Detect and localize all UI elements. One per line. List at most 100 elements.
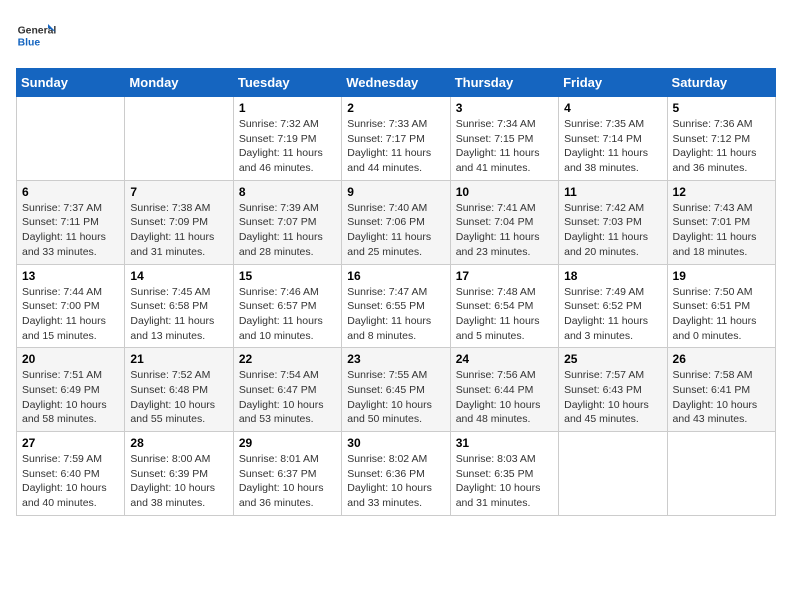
day-info: Sunrise: 7:36 AMSunset: 7:12 PMDaylight:… <box>673 117 770 176</box>
day-of-week-header: Thursday <box>450 69 558 97</box>
day-info: Sunrise: 7:38 AMSunset: 7:09 PMDaylight:… <box>130 201 227 260</box>
calendar-cell: 8Sunrise: 7:39 AMSunset: 7:07 PMDaylight… <box>233 180 341 264</box>
day-info: Sunrise: 7:49 AMSunset: 6:52 PMDaylight:… <box>564 285 661 344</box>
day-number: 25 <box>564 352 661 366</box>
logo: General Blue <box>16 16 60 56</box>
day-number: 13 <box>22 269 119 283</box>
day-number: 30 <box>347 436 444 450</box>
day-number: 29 <box>239 436 336 450</box>
svg-text:Blue: Blue <box>18 38 41 49</box>
day-number: 24 <box>456 352 553 366</box>
day-number: 8 <box>239 185 336 199</box>
calendar-cell: 1 Sunrise: 7:32 AMSunset: 7:19 PMDaylight… <box>233 97 341 181</box>
day-number: 21 <box>130 352 227 366</box>
calendar-cell: 10 Sunrise: 7:41 AMSunset: 7:04 PMDayligh… <box>450 180 558 264</box>
calendar-cell: 31 Sunrise: 8:03 AMSunset: 6:35 PMDayligh… <box>450 432 558 516</box>
day-info: Sunrise: 7:54 AMSunset: 6:47 PMDaylight:… <box>239 368 336 427</box>
day-info: Sunrise: 7:56 AMSunset: 6:44 PMDaylight:… <box>456 368 553 427</box>
day-info: Sunrise: 7:46 AMSunset: 6:57 PMDaylight:… <box>239 285 336 344</box>
day-number: 10 <box>456 185 553 199</box>
day-info: Sunrise: 7:40 AMSunset: 7:06 PMDaylight:… <box>347 201 444 260</box>
day-number: 23 <box>347 352 444 366</box>
day-info: Sunrise: 7:43 AMSunset: 7:01 PMDaylight:… <box>673 201 770 260</box>
day-info: Sunrise: 7:48 AMSunset: 6:54 PMDaylight:… <box>456 285 553 344</box>
calendar-week-row: 6Sunrise: 7:37 AMSunset: 7:11 PMDaylight… <box>17 180 776 264</box>
calendar-cell: 27 Sunrise: 7:59 AMSunset: 6:40 PMDayligh… <box>17 432 125 516</box>
day-info: Sunrise: 7:47 AMSunset: 6:55 PMDaylight:… <box>347 285 444 344</box>
day-number: 27 <box>22 436 119 450</box>
day-number: 4 <box>564 101 661 115</box>
day-info: Sunrise: 8:03 AMSunset: 6:35 PMDaylight:… <box>456 452 553 511</box>
day-number: 17 <box>456 269 553 283</box>
calendar-cell: 11Sunrise: 7:42 AMSunset: 7:03 PMDayligh… <box>559 180 667 264</box>
calendar-header-row: SundayMondayTuesdayWednesdayThursdayFrid… <box>17 69 776 97</box>
day-info: Sunrise: 7:58 AMSunset: 6:41 PMDaylight:… <box>673 368 770 427</box>
day-info: Sunrise: 7:34 AMSunset: 7:15 PMDaylight:… <box>456 117 553 176</box>
calendar-cell: 15 Sunrise: 7:46 AMSunset: 6:57 PMDayligh… <box>233 264 341 348</box>
calendar-week-row: 1 Sunrise: 7:32 AMSunset: 7:19 PMDaylight… <box>17 97 776 181</box>
day-number: 11 <box>564 185 661 199</box>
day-number: 14 <box>130 269 227 283</box>
calendar-cell: 12Sunrise: 7:43 AMSunset: 7:01 PMDayligh… <box>667 180 775 264</box>
day-number: 31 <box>456 436 553 450</box>
calendar-cell: 9 Sunrise: 7:40 AMSunset: 7:06 PMDaylight… <box>342 180 450 264</box>
day-info: Sunrise: 7:41 AMSunset: 7:04 PMDaylight:… <box>456 201 553 260</box>
day-number: 15 <box>239 269 336 283</box>
calendar-cell <box>17 97 125 181</box>
calendar-week-row: 13 Sunrise: 7:44 AMSunset: 7:00 PMDayligh… <box>17 264 776 348</box>
day-number: 28 <box>130 436 227 450</box>
calendar-week-row: 20Sunrise: 7:51 AMSunset: 6:49 PMDayligh… <box>17 348 776 432</box>
calendar-cell: 21 Sunrise: 7:52 AMSunset: 6:48 PMDayligh… <box>125 348 233 432</box>
calendar-cell <box>125 97 233 181</box>
calendar-cell: 4 Sunrise: 7:35 AMSunset: 7:14 PMDaylight… <box>559 97 667 181</box>
day-info: Sunrise: 7:52 AMSunset: 6:48 PMDaylight:… <box>130 368 227 427</box>
day-info: Sunrise: 7:57 AMSunset: 6:43 PMDaylight:… <box>564 368 661 427</box>
day-number: 2 <box>347 101 444 115</box>
calendar-cell: 29 Sunrise: 8:01 AMSunset: 6:37 PMDayligh… <box>233 432 341 516</box>
day-info: Sunrise: 7:50 AMSunset: 6:51 PMDaylight:… <box>673 285 770 344</box>
day-info: Sunrise: 7:32 AMSunset: 7:19 PMDaylight:… <box>239 117 336 176</box>
calendar-cell: 14 Sunrise: 7:45 AMSunset: 6:58 PMDayligh… <box>125 264 233 348</box>
day-info: Sunrise: 8:01 AMSunset: 6:37 PMDaylight:… <box>239 452 336 511</box>
calendar-cell: 3 Sunrise: 7:34 AMSunset: 7:15 PMDaylight… <box>450 97 558 181</box>
day-number: 16 <box>347 269 444 283</box>
calendar-cell: 2 Sunrise: 7:33 AMSunset: 7:17 PMDaylight… <box>342 97 450 181</box>
calendar-week-row: 27 Sunrise: 7:59 AMSunset: 6:40 PMDayligh… <box>17 432 776 516</box>
day-number: 1 <box>239 101 336 115</box>
day-info: Sunrise: 7:33 AMSunset: 7:17 PMDaylight:… <box>347 117 444 176</box>
calendar-cell: 22 Sunrise: 7:54 AMSunset: 6:47 PMDayligh… <box>233 348 341 432</box>
calendar-cell: 24 Sunrise: 7:56 AMSunset: 6:44 PMDayligh… <box>450 348 558 432</box>
day-number: 7 <box>130 185 227 199</box>
day-of-week-header: Monday <box>125 69 233 97</box>
day-info: Sunrise: 7:55 AMSunset: 6:45 PMDaylight:… <box>347 368 444 427</box>
calendar-cell: 30 Sunrise: 8:02 AMSunset: 6:36 PMDayligh… <box>342 432 450 516</box>
calendar-cell: 26Sunrise: 7:58 AMSunset: 6:41 PMDayligh… <box>667 348 775 432</box>
day-of-week-header: Sunday <box>17 69 125 97</box>
day-info: Sunrise: 8:02 AMSunset: 6:36 PMDaylight:… <box>347 452 444 511</box>
calendar-cell <box>667 432 775 516</box>
day-number: 22 <box>239 352 336 366</box>
day-info: Sunrise: 7:35 AMSunset: 7:14 PMDaylight:… <box>564 117 661 176</box>
calendar-cell: 16 Sunrise: 7:47 AMSunset: 6:55 PMDayligh… <box>342 264 450 348</box>
day-number: 5 <box>673 101 770 115</box>
calendar-cell: 23 Sunrise: 7:55 AMSunset: 6:45 PMDayligh… <box>342 348 450 432</box>
day-of-week-header: Saturday <box>667 69 775 97</box>
calendar-cell <box>559 432 667 516</box>
calendar-cell: 18 Sunrise: 7:49 AMSunset: 6:52 PMDayligh… <box>559 264 667 348</box>
calendar-cell: 13 Sunrise: 7:44 AMSunset: 7:00 PMDayligh… <box>17 264 125 348</box>
calendar-cell: 20Sunrise: 7:51 AMSunset: 6:49 PMDayligh… <box>17 348 125 432</box>
page-header: General Blue <box>16 16 776 56</box>
day-number: 18 <box>564 269 661 283</box>
calendar-cell: 7 Sunrise: 7:38 AMSunset: 7:09 PMDaylight… <box>125 180 233 264</box>
calendar-cell: 25 Sunrise: 7:57 AMSunset: 6:43 PMDayligh… <box>559 348 667 432</box>
day-of-week-header: Wednesday <box>342 69 450 97</box>
day-of-week-header: Friday <box>559 69 667 97</box>
day-info: Sunrise: 7:59 AMSunset: 6:40 PMDaylight:… <box>22 452 119 511</box>
day-info: Sunrise: 7:37 AMSunset: 7:11 PMDaylight:… <box>22 201 119 260</box>
day-info: Sunrise: 7:44 AMSunset: 7:00 PMDaylight:… <box>22 285 119 344</box>
day-info: Sunrise: 7:45 AMSunset: 6:58 PMDaylight:… <box>130 285 227 344</box>
day-info: Sunrise: 7:51 AMSunset: 6:49 PMDaylight:… <box>22 368 119 427</box>
day-number: 3 <box>456 101 553 115</box>
day-number: 9 <box>347 185 444 199</box>
calendar-cell: 28Sunrise: 8:00 AMSunset: 6:39 PMDayligh… <box>125 432 233 516</box>
